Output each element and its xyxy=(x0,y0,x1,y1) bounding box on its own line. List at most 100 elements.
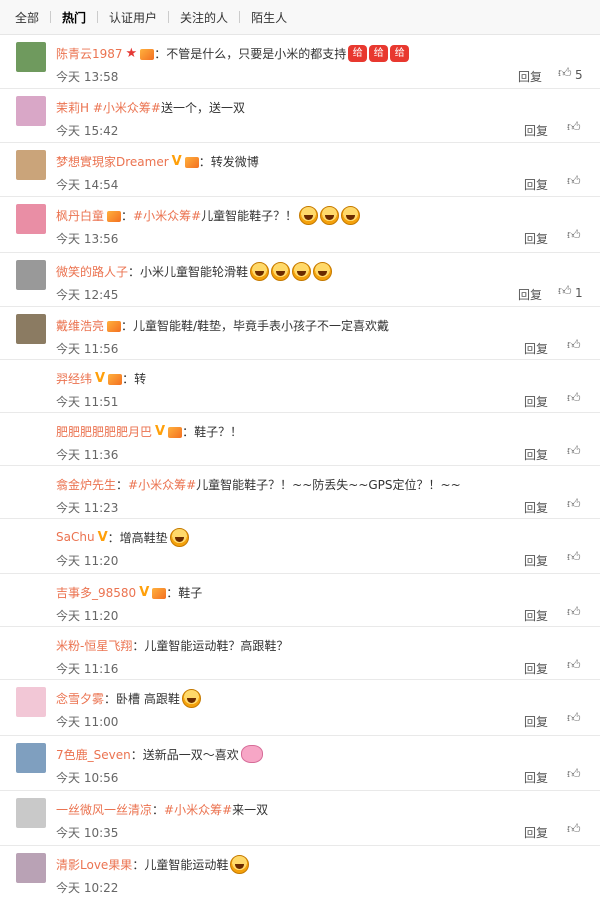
avatar[interactable] xyxy=(16,687,46,717)
thumbs-up-icon[interactable]: 👍︎ xyxy=(567,550,581,565)
comment-item: 米粉-恒星飞翔 ：儿童智能运动鞋？高跟鞋？ 今天 11:16 回复 👍︎ xyxy=(0,627,600,680)
thumbs-up-icon[interactable]: 👍︎ xyxy=(567,822,581,837)
avatar[interactable] xyxy=(16,743,46,773)
tab-following[interactable]: 关注的人 xyxy=(180,9,228,26)
thumbs-up-icon[interactable]: 👍︎ xyxy=(558,284,572,299)
comment-item: 吉事多_98580 V ：鞋子 今天 11:20 回复 👍︎ xyxy=(0,574,600,627)
avatar[interactable] xyxy=(16,204,46,234)
thumbs-up-icon[interactable]: 👍︎ xyxy=(567,338,581,353)
verified-v-icon: V xyxy=(97,529,108,545)
laughing-emoji-icon xyxy=(320,205,340,225)
reply-button[interactable]: 回复 xyxy=(524,824,548,841)
topic-link[interactable]: #小米众筹# xyxy=(133,207,201,224)
timestamp: 今天 10:22 xyxy=(56,881,119,895)
pig-emoji-icon xyxy=(240,745,263,763)
timestamp: 今天 13:56 xyxy=(56,232,119,246)
tab-hot[interactable]: 热门 xyxy=(62,9,86,26)
username-link[interactable]: 羿经纬 xyxy=(56,370,92,387)
reply-button[interactable]: 回复 xyxy=(524,446,548,463)
emoji-icon xyxy=(271,261,291,281)
thumbs-up-icon[interactable]: 👍︎ xyxy=(567,767,581,782)
reply-button[interactable]: 回复 xyxy=(524,393,548,410)
thumbs-up-icon[interactable]: 👍︎ xyxy=(567,391,581,406)
comment-filter-tabs: 全部 热门 认证用户 关注的人 陌生人 xyxy=(0,0,600,35)
thumbs-up-icon[interactable]: 👍︎ xyxy=(567,658,581,673)
laughing-emoji-icon xyxy=(230,854,250,874)
username-link[interactable]: 茉莉H xyxy=(56,99,89,116)
reply-button[interactable]: 回复 xyxy=(524,769,548,786)
reply-button[interactable]: 回复 xyxy=(524,607,548,624)
reply-button[interactable]: 回复 xyxy=(524,230,548,247)
username-link[interactable]: 枫丹白童 xyxy=(56,207,104,224)
like-count: 5 xyxy=(575,68,583,82)
reply-button[interactable]: 回复 xyxy=(524,660,548,677)
emoji-icon xyxy=(292,261,312,281)
tab-strangers[interactable]: 陌生人 xyxy=(251,9,287,26)
username-link[interactable]: 米粉-恒星飞翔 xyxy=(56,637,132,654)
comment-text: 儿童智能鞋子？！~~防丢失~~GPS定位？！~~ xyxy=(196,477,461,492)
comment-item: 翕金炉先生 ： #小米众筹# 儿童智能鞋子？！~~防丢失~~GPS定位？！~~ … xyxy=(0,466,600,519)
vip-badge-icon xyxy=(184,156,199,168)
emoji-icon xyxy=(313,261,333,281)
verified-v-icon: V xyxy=(171,153,182,169)
username-link[interactable]: 念雪夕雾 xyxy=(56,690,104,707)
timestamp: 今天 14:54 xyxy=(56,178,119,192)
comment-item: 羿经纬 V ：转 今天 11:51 回复 👍︎ xyxy=(0,360,600,413)
username-link[interactable]: 清影Love果果 xyxy=(56,856,132,873)
reply-button[interactable]: 回复 xyxy=(524,340,548,357)
tab-verified-users[interactable]: 认证用户 xyxy=(109,9,157,26)
reply-button[interactable]: 回复 xyxy=(524,122,548,139)
avatar[interactable] xyxy=(16,260,46,290)
thumbs-up-icon[interactable]: 👍︎ xyxy=(567,444,581,459)
thumbs-up-icon[interactable]: 👍︎ xyxy=(567,497,581,512)
thumbs-up-icon[interactable]: 👍︎ xyxy=(567,711,581,726)
username-link[interactable]: 7色鹿_Seven xyxy=(56,746,131,763)
laughing-emoji-icon xyxy=(341,205,361,225)
vip-badge-icon xyxy=(152,587,167,599)
username-link[interactable]: 微笑的路人子 xyxy=(56,263,128,280)
topic-link[interactable]: #小米众筹# xyxy=(164,801,232,818)
reply-button[interactable]: 回复 xyxy=(518,286,542,303)
reply-button[interactable]: 回复 xyxy=(518,68,542,85)
comment-text: 来一双 xyxy=(232,802,269,817)
thumbs-up-icon[interactable]: 👍︎ xyxy=(567,228,581,243)
topic-link[interactable]: #小米众筹# xyxy=(93,99,161,116)
comment-item: 微笑的路人子 ：小米儿童智能轮滑鞋 今天 12:45 回复 👍︎ 1 xyxy=(0,253,600,307)
username-link[interactable]: 肥肥肥肥肥肥月巴 xyxy=(56,423,152,440)
username-link[interactable]: SaChu xyxy=(56,530,95,544)
avatar[interactable] xyxy=(16,853,46,883)
avatar[interactable] xyxy=(16,96,46,126)
tab-all[interactable]: 全部 xyxy=(15,9,39,26)
thumbs-up-icon[interactable]: 👍︎ xyxy=(567,174,581,189)
comment-item: 梦想實現家Dreamer V ：转发微博 今天 14:54 回复 👍︎ xyxy=(0,143,600,197)
thumbs-up-icon[interactable]: 👍︎ xyxy=(567,120,581,135)
username-link[interactable]: 戴维浩亮 xyxy=(56,317,104,334)
username-link[interactable]: 一丝微风一丝清凉 xyxy=(56,801,152,818)
username-link[interactable]: 陈青云1987 xyxy=(56,45,123,62)
timestamp: 今天 10:56 xyxy=(56,771,119,785)
avatar[interactable] xyxy=(16,314,46,344)
topic-link[interactable]: #小米众筹# xyxy=(128,476,196,493)
username-link[interactable]: 梦想實現家Dreamer xyxy=(56,153,169,170)
username-link[interactable]: 吉事多_98580 xyxy=(56,584,136,601)
timestamp: 今天 12:45 xyxy=(56,288,119,302)
thumbs-up-icon[interactable]: 👍︎ xyxy=(558,66,572,81)
avatar[interactable] xyxy=(16,150,46,180)
vip-badge-icon xyxy=(107,210,122,222)
reply-button[interactable]: 回复 xyxy=(524,552,548,569)
avatar[interactable] xyxy=(16,42,46,72)
laughing-emoji-icon xyxy=(181,688,201,708)
timestamp: 今天 11:56 xyxy=(56,342,119,356)
comment-text: ：鞋子？！ xyxy=(182,424,243,439)
avatar[interactable] xyxy=(16,798,46,828)
comment-item: 肥肥肥肥肥肥月巴 V ：鞋子？！ 今天 11:36 回复 👍︎ xyxy=(0,413,600,466)
laughing-emoji-icon xyxy=(299,205,319,225)
thumbs-up-icon[interactable]: 👍︎ xyxy=(567,605,581,620)
comment-item: SaChu V ：增高鞋垫 今天 11:20 回复 👍︎ xyxy=(0,519,600,574)
comment-text: ：儿童智能运动鞋？高跟鞋？ xyxy=(132,638,289,653)
gift-emoji-icon: 给 xyxy=(390,44,410,62)
username-link[interactable]: 翕金炉先生 xyxy=(56,476,116,493)
reply-button[interactable]: 回复 xyxy=(524,499,548,516)
reply-button[interactable]: 回复 xyxy=(524,713,548,730)
reply-button[interactable]: 回复 xyxy=(524,176,548,193)
